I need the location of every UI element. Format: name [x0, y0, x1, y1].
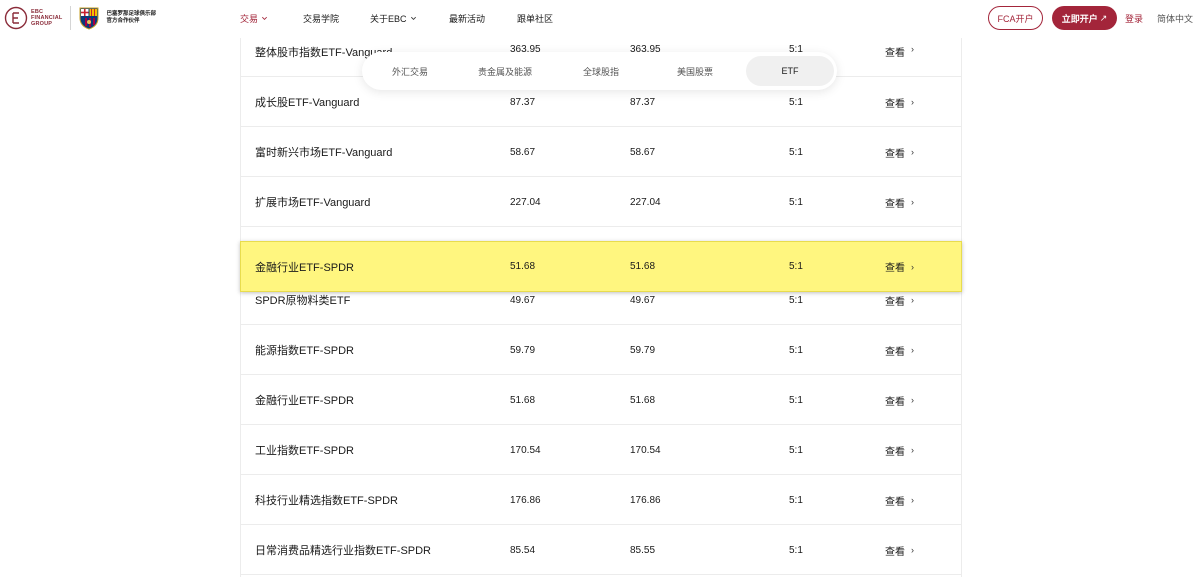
menu-item-about[interactable]: 关于EBC	[370, 12, 417, 25]
chevron-right-icon: ›	[911, 445, 914, 455]
login-link[interactable]: 登录	[1125, 12, 1143, 25]
chevron-right-icon: ›	[911, 345, 914, 355]
menu-item-copy-trading[interactable]: 跟单社区	[517, 12, 553, 25]
table-row: 扩展市场ETF-Vanguard 227.04 227.04 5:1 查看 ›	[241, 177, 961, 227]
chevron-right-icon: ›	[911, 545, 914, 555]
open-account-button[interactable]: 立即开户 ↗	[1052, 6, 1117, 30]
logo-divider	[70, 6, 72, 30]
chevron-right-icon: ›	[911, 44, 914, 54]
external-arrow-icon: ↗	[1099, 12, 1108, 23]
tab-forex[interactable]: 外汇交易	[370, 56, 450, 86]
view-link[interactable]: 查看 ›	[885, 325, 914, 375]
table-row: 科技行业精选指数ETF-SPDR 176.86 176.86 5:1 查看 ›	[241, 475, 961, 525]
partner-text: 巴塞罗那足球俱乐部 官方合作伙伴	[106, 11, 156, 24]
fca-account-button[interactable]: FCA开户	[988, 6, 1043, 30]
chevron-right-icon: ›	[911, 495, 914, 505]
chevron-right-icon: ›	[911, 395, 914, 405]
table-row: 日常消费品精选行业指数ETF-SPDR 85.54 85.55 5:1 查看 ›	[241, 525, 961, 575]
view-link[interactable]: 查看 ›	[885, 242, 914, 291]
view-link[interactable]: 查看 ›	[885, 475, 914, 525]
chevron-right-icon: ›	[911, 147, 914, 157]
top-nav: EBC FINANCIAL GROUP 巴塞罗那足球俱乐部 官方合作伙伴 交易 …	[0, 0, 1200, 38]
menu-item-trading[interactable]: 交易	[240, 12, 268, 25]
category-tabs: 外汇交易 贵金属及能源 全球股指 美国股票 ETF	[362, 52, 837, 90]
view-link[interactable]: 查看 ›	[885, 425, 914, 475]
tab-global-indices[interactable]: 全球股指	[558, 56, 644, 86]
chevron-down-icon	[262, 16, 268, 20]
chevron-down-icon	[410, 16, 416, 20]
etf-table: 整体股市指数ETF-Vanguard 363.95 363.95 5:1 查看 ›…	[240, 26, 962, 577]
chevron-right-icon: ›	[911, 197, 914, 207]
ebc-logo-text: EBC FINANCIAL GROUP	[31, 9, 63, 27]
view-link[interactable]: 查看 ›	[885, 375, 914, 425]
table-row: 富时新兴市场ETF-Vanguard 58.67 58.67 5:1 查看 ›	[241, 127, 961, 177]
tab-metals-energy[interactable]: 贵金属及能源	[460, 56, 550, 86]
chevron-right-icon: ›	[911, 97, 914, 107]
menu-item-events[interactable]: 最新活动	[449, 12, 485, 25]
table-row: 工业指数ETF-SPDR 170.54 170.54 5:1 查看 ›	[241, 425, 961, 475]
language-selector[interactable]: 简体中文	[1157, 12, 1193, 25]
view-link[interactable]: 查看 ›	[885, 77, 914, 127]
view-link[interactable]: 查看 ›	[885, 177, 914, 227]
logo[interactable]: EBC FINANCIAL GROUP 巴塞罗那足球俱乐部 官方合作伙伴	[4, 4, 156, 32]
page: EBC FINANCIAL GROUP 巴塞罗那足球俱乐部 官方合作伙伴 交易 …	[0, 0, 1200, 577]
highlighted-row[interactable]: 金融行业ETF-SPDR 51.68 51.68 5:1 查看 ›	[240, 241, 962, 292]
chevron-right-icon: ›	[911, 295, 914, 305]
tab-us-stocks[interactable]: 美国股票	[652, 56, 738, 86]
tab-etf[interactable]: ETF	[746, 56, 834, 86]
view-link[interactable]: 查看 ›	[885, 127, 914, 177]
chevron-right-icon: ›	[911, 261, 914, 272]
view-link[interactable]: 查看 ›	[885, 525, 914, 575]
table-row: 金融行业ETF-SPDR 51.68 51.68 5:1 查看 ›	[241, 375, 961, 425]
table-row: 能源指数ETF-SPDR 59.79 59.79 5:1 查看 ›	[241, 325, 961, 375]
ebc-logo-icon	[4, 6, 28, 30]
menu-item-academy[interactable]: 交易学院	[303, 12, 339, 25]
club-crest-icon	[79, 7, 99, 30]
